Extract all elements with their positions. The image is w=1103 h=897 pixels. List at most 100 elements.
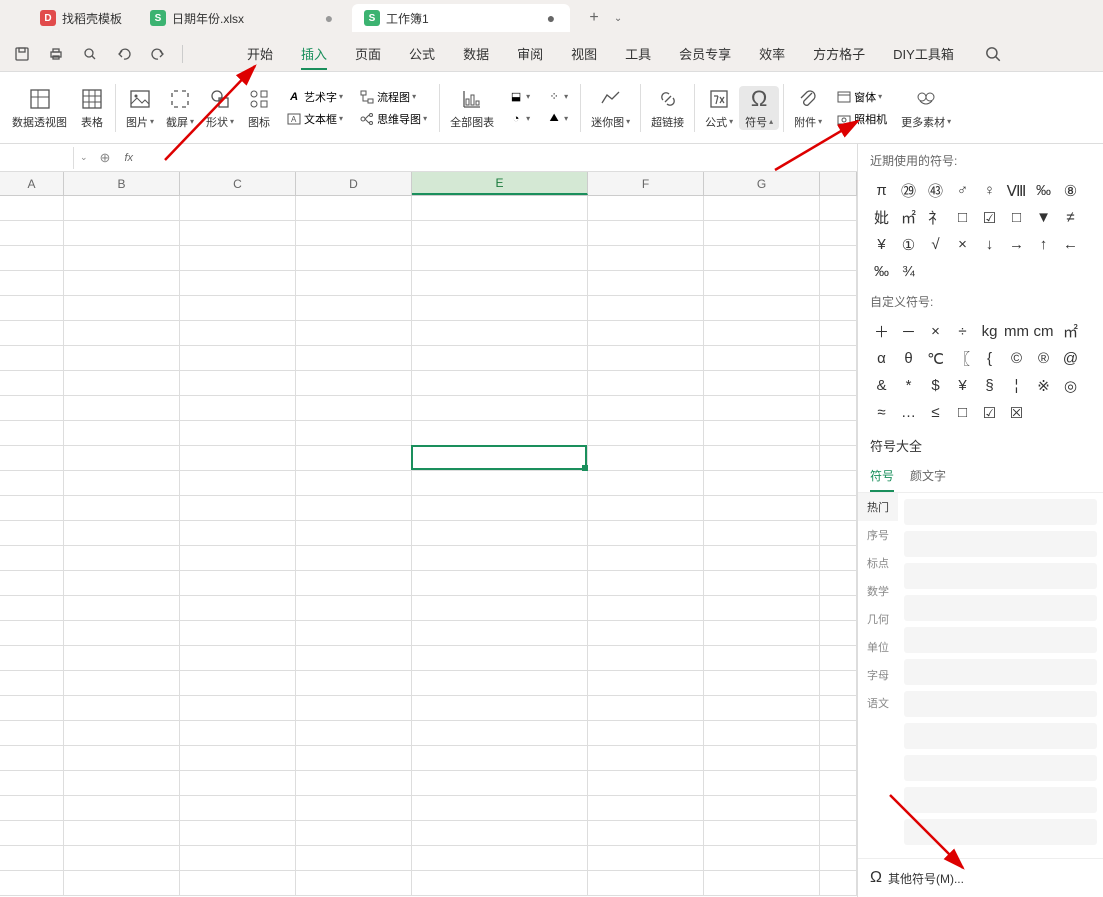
cell[interactable] bbox=[588, 246, 704, 271]
column-header-G[interactable]: G bbox=[704, 172, 820, 195]
symbol-item[interactable]: 妣 bbox=[868, 204, 895, 231]
more-button[interactable]: 更多素材▾ bbox=[895, 86, 957, 130]
cell[interactable] bbox=[64, 721, 180, 746]
cell[interactable] bbox=[412, 871, 588, 896]
symbol-item[interactable]: ¥ bbox=[868, 231, 895, 258]
cell[interactable] bbox=[180, 546, 296, 571]
cell[interactable] bbox=[296, 821, 412, 846]
symbol-item[interactable]: § bbox=[976, 372, 1003, 399]
cell[interactable] bbox=[296, 771, 412, 796]
cell[interactable] bbox=[588, 496, 704, 521]
cell[interactable] bbox=[64, 646, 180, 671]
cell[interactable] bbox=[296, 871, 412, 896]
menu-tab-会员专享[interactable]: 会员专享 bbox=[679, 38, 731, 69]
symbol-item[interactable]: ↓ bbox=[976, 231, 1003, 258]
symbol-item[interactable]: ® bbox=[1030, 345, 1057, 372]
symbol-item[interactable]: ㎡ bbox=[895, 204, 922, 231]
symbol-category-热门[interactable]: 热门 bbox=[858, 493, 898, 521]
cell[interactable] bbox=[704, 871, 820, 896]
cell[interactable] bbox=[296, 746, 412, 771]
symbol-item[interactable]: ☑ bbox=[976, 204, 1003, 231]
symbol-item[interactable]: 礻 bbox=[922, 204, 949, 231]
cell[interactable] bbox=[588, 521, 704, 546]
textbox-button[interactable]: A文本框▾ bbox=[282, 109, 347, 129]
symbol-item[interactable]: × bbox=[922, 318, 949, 345]
cell[interactable] bbox=[704, 221, 820, 246]
column-header-C[interactable]: C bbox=[180, 172, 296, 195]
cell[interactable] bbox=[180, 271, 296, 296]
cell[interactable] bbox=[180, 721, 296, 746]
cell[interactable] bbox=[180, 446, 296, 471]
symbol-item[interactable]: ‰ bbox=[868, 258, 895, 285]
cell[interactable] bbox=[412, 721, 588, 746]
cell[interactable] bbox=[180, 471, 296, 496]
cell[interactable] bbox=[64, 846, 180, 871]
search-icon[interactable] bbox=[983, 44, 1003, 64]
hyperlink-button[interactable]: 超链接 bbox=[645, 86, 690, 130]
cell[interactable] bbox=[704, 596, 820, 621]
cell[interactable] bbox=[588, 271, 704, 296]
cell[interactable] bbox=[0, 796, 64, 821]
column-header-F[interactable]: F bbox=[588, 172, 704, 195]
close-icon[interactable]: ● bbox=[322, 11, 336, 25]
cell[interactable] bbox=[412, 321, 588, 346]
symbol-item[interactable]: ＋ bbox=[868, 318, 895, 345]
cell[interactable] bbox=[588, 596, 704, 621]
symbol-item[interactable]: @ bbox=[1057, 345, 1084, 372]
cell[interactable] bbox=[180, 696, 296, 721]
cell[interactable] bbox=[0, 596, 64, 621]
symbol-item[interactable]: ‰ bbox=[1030, 177, 1057, 204]
cell[interactable] bbox=[180, 796, 296, 821]
cell[interactable] bbox=[64, 196, 180, 221]
cell[interactable] bbox=[64, 471, 180, 496]
icon-button[interactable]: 图标 bbox=[240, 86, 278, 130]
cell[interactable] bbox=[588, 821, 704, 846]
symbol-category-数学[interactable]: 数学 bbox=[858, 577, 898, 605]
more-symbols-button[interactable]: Ω 其他符号(M)... bbox=[858, 858, 1103, 897]
symbol-preview-row[interactable] bbox=[904, 627, 1097, 653]
menu-tab-页面[interactable]: 页面 bbox=[355, 38, 381, 69]
tab-more-dropdown[interactable]: ⌄ bbox=[610, 10, 626, 26]
attachment-button[interactable]: 附件▾ bbox=[788, 86, 828, 130]
cell[interactable] bbox=[588, 321, 704, 346]
cell[interactable] bbox=[412, 596, 588, 621]
close-icon[interactable]: ● bbox=[544, 11, 558, 25]
symbol-button[interactable]: Ω 符号▴ bbox=[739, 86, 779, 130]
cell[interactable] bbox=[704, 721, 820, 746]
symbol-tab-emoji[interactable]: 颜文字 bbox=[910, 461, 946, 492]
symbol-preview-row[interactable] bbox=[904, 723, 1097, 749]
cell[interactable] bbox=[296, 471, 412, 496]
menu-tab-工具[interactable]: 工具 bbox=[625, 38, 651, 69]
cell[interactable] bbox=[64, 546, 180, 571]
cell[interactable] bbox=[704, 646, 820, 671]
tab-templates[interactable]: D 找稻壳模板 bbox=[28, 4, 134, 32]
symbol-preview-row[interactable] bbox=[904, 819, 1097, 845]
symbol-item[interactable]: ⑧ bbox=[1057, 177, 1084, 204]
cell[interactable] bbox=[0, 746, 64, 771]
cell[interactable] bbox=[180, 746, 296, 771]
cell[interactable] bbox=[0, 621, 64, 646]
cell[interactable] bbox=[412, 746, 588, 771]
symbol-category-语文[interactable]: 语文 bbox=[858, 689, 898, 717]
cell[interactable] bbox=[0, 246, 64, 271]
cell[interactable] bbox=[588, 421, 704, 446]
mindmap-button[interactable]: 思维导图▾ bbox=[355, 109, 431, 129]
symbol-item[interactable]: ≠ bbox=[1057, 204, 1084, 231]
cell[interactable] bbox=[588, 446, 704, 471]
undo-icon[interactable] bbox=[114, 44, 134, 64]
cell[interactable] bbox=[588, 696, 704, 721]
cell[interactable] bbox=[64, 621, 180, 646]
symbol-item[interactable]: □ bbox=[949, 399, 976, 426]
cell[interactable] bbox=[704, 521, 820, 546]
pivot-button[interactable]: 数据透视图 bbox=[6, 86, 73, 130]
cell[interactable] bbox=[704, 196, 820, 221]
cell[interactable] bbox=[64, 246, 180, 271]
cell[interactable] bbox=[296, 246, 412, 271]
cell[interactable] bbox=[704, 346, 820, 371]
cell[interactable] bbox=[704, 421, 820, 446]
symbol-item[interactable]: ㎡ bbox=[1057, 318, 1084, 345]
cell[interactable] bbox=[704, 671, 820, 696]
cell[interactable] bbox=[64, 771, 180, 796]
cell[interactable] bbox=[412, 396, 588, 421]
symbol-item[interactable]: kg bbox=[976, 318, 1003, 345]
